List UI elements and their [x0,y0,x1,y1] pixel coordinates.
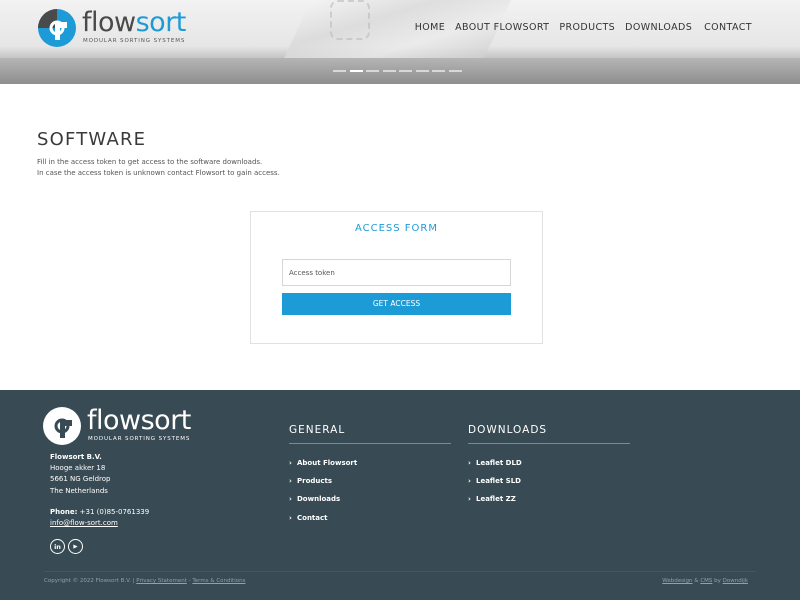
chevron-right-icon: › [289,477,292,486]
footer-link-leaflet-dld[interactable]: › Leaflet DLD [468,454,630,472]
slider-pagination [333,70,465,72]
intro-line-2: In case the access token is unknown cont… [37,169,280,177]
slider-dot[interactable] [448,70,462,72]
terms-conditions-link[interactable]: Terms & Conditions [192,578,245,584]
nav-about-flowsort[interactable]: ABOUT FLOWSORT [455,22,549,33]
slider-dot-active[interactable] [349,70,363,72]
site-header: flowsort MODULAR SORTING SYSTEMS HOME AB… [0,0,800,84]
flowsort-logo-icon [43,407,81,445]
phone-label: Phone: [50,508,78,516]
footer-credit: Webdesign & CMS by Downdijk [662,578,748,584]
logo-wordmark: flowsort [82,8,186,38]
slider-dot[interactable] [366,70,379,72]
address-country: The Netherlands [50,486,108,495]
nav-downloads[interactable]: DOWNLOADS [625,22,692,33]
page-title: SOFTWARE [37,129,147,150]
footer-divider [44,571,756,572]
slider-dot[interactable] [415,70,429,72]
footer-copyright: Copyright © 2022 Flowsort B.V. | Privacy… [44,578,245,584]
address-city: 5661 NG Geldrop [50,475,111,484]
slider-dot[interactable] [399,70,412,72]
chevron-right-icon: › [289,495,292,504]
cms-link[interactable]: CMS [700,578,712,584]
footer-link-products[interactable]: › Products [289,472,451,490]
chevron-right-icon: › [289,459,292,467]
footer-link-leaflet-sld[interactable]: › Leaflet SLD [468,472,630,490]
credit-company-link[interactable]: Downdijk [723,578,748,584]
social-links: in ▶ [50,539,86,554]
copyright-text: Copyright © 2022 Flowsort B.V. | [44,578,135,584]
footer-link-about[interactable]: › About Flowsort [289,454,451,472]
company-name: Flowsort B.V. [50,453,102,461]
site-logo[interactable]: flowsort MODULAR SORTING SYSTEMS [37,8,187,48]
company-address: Flowsort B.V. Hooge akker 18 5661 NG Gel… [50,452,111,497]
slider-dot[interactable] [333,70,346,72]
header-machine-detail [330,0,370,40]
logo-word-sort: sort [135,7,187,38]
credit-by: by [714,578,721,584]
logo-tagline: MODULAR SORTING SYSTEMS [83,38,186,44]
legal-separator: - [188,578,191,584]
footer-link-contact[interactable]: › Contact [289,509,451,527]
email-link[interactable]: info@flow-sort.com [50,519,118,527]
privacy-statement-link[interactable]: Privacy Statement [136,578,187,584]
site-footer: flowsort MODULAR SORTING SYSTEMS Flowsor… [0,390,800,600]
footer-link-leaflet-zz[interactable]: › Leaflet ZZ [468,490,630,508]
main-nav: HOME ABOUT FLOWSORT PRODUCTS DOWNLOADS C… [405,22,752,33]
phone-number[interactable]: +31 (0)85-0761339 [77,508,150,516]
webdesign-link[interactable]: Webdesign [662,578,692,584]
chevron-right-icon: › [468,459,471,467]
credit-amp: & [694,578,699,584]
nav-home[interactable]: HOME [415,22,445,33]
flowsort-logo-icon [38,9,76,47]
footer-link-downloads[interactable]: › Downloads [289,490,451,508]
nav-contact[interactable]: CONTACT [704,22,752,33]
access-form-title: ACCESS FORM [354,223,439,234]
access-token-input[interactable] [282,259,511,286]
get-access-button[interactable]: GET ACCESS [282,293,511,315]
chevron-right-icon: › [468,477,471,486]
company-contact: Phone: +31 (0)85-0761339 info@flow-sort.… [50,507,149,529]
slider-dot[interactable] [382,70,396,72]
footer-logo-wordmark: flowsort [87,405,191,436]
access-form: ACCESS FORM GET ACCESS [250,211,543,344]
youtube-icon[interactable]: ▶ [68,539,83,554]
footer-downloads-column: DOWNLOADS › Leaflet DLD › Leaflet SLD › Lea… [468,424,630,509]
linkedin-icon[interactable]: in [50,539,65,554]
nav-products[interactable]: PRODUCTS [559,22,615,33]
slider-dot[interactable] [432,70,445,72]
logo-word-flow: flow [82,7,136,38]
chevron-right-icon: › [468,495,471,504]
footer-downloads-heading: DOWNLOADS [468,424,630,444]
footer-logo[interactable]: flowsort MODULAR SORTING SYSTEMS [42,406,192,446]
address-street: Hooge akker 18 [50,464,106,473]
footer-general-heading: GENERAL [289,424,451,444]
footer-general-column: GENERAL › About Flowsort › Products › Downl… [289,424,451,527]
intro-text: Fill in the access token to get access t… [37,157,280,179]
intro-line-1: Fill in the access token to get access t… [37,158,263,166]
footer-logo-tagline: MODULAR SORTING SYSTEMS [88,436,191,442]
chevron-right-icon: › [289,513,292,522]
phone-line: Phone: +31 (0)85-0761339 [50,507,149,518]
